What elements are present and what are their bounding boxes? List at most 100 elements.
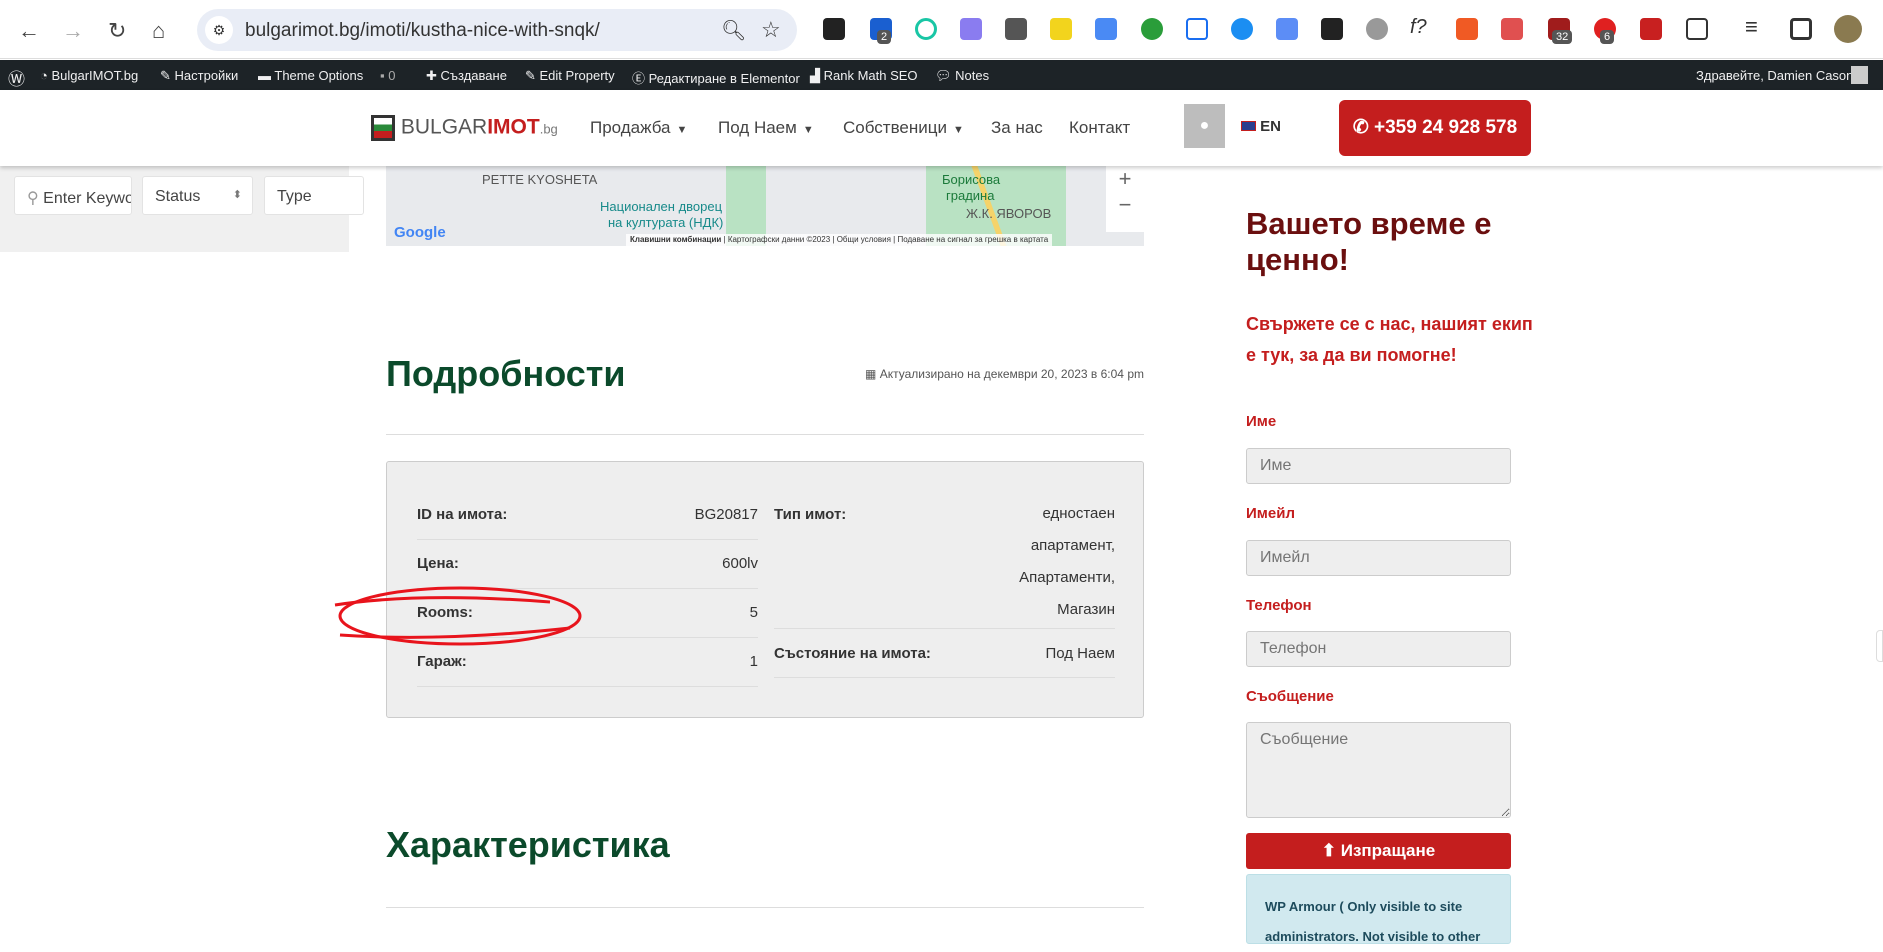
extension-icon[interactable] xyxy=(1640,18,1662,40)
message-textarea[interactable] xyxy=(1246,722,1511,818)
extension-icon[interactable] xyxy=(1141,18,1163,40)
extension-icon[interactable] xyxy=(915,18,937,40)
admin-item-label: Edit Property xyxy=(539,68,615,83)
menu-label: Под Наем xyxy=(718,118,797,137)
admin-item-label: Theme Options xyxy=(274,68,364,83)
extension-icon[interactable] xyxy=(1456,18,1478,40)
admin-avatar[interactable] xyxy=(1851,66,1868,84)
type-select[interactable]: Type xyxy=(264,176,364,215)
map-label: на културата (НДК) xyxy=(608,215,724,230)
extensions-puzzle-icon[interactable] xyxy=(1686,18,1708,40)
upload-circle-icon: ⬆ xyxy=(1321,841,1336,860)
zoom-icon[interactable]: 🔍︎ xyxy=(721,18,746,43)
back-icon[interactable]: ← xyxy=(18,18,40,44)
caret-down-icon: ▼ xyxy=(676,124,688,136)
detail-value: 1 xyxy=(749,653,758,670)
admin-item-label: Създаване xyxy=(440,68,507,83)
admin-item-comments[interactable]: ▪ 0 xyxy=(380,68,395,83)
translate-icon[interactable] xyxy=(1095,18,1117,40)
submit-label: Изпращане xyxy=(1340,841,1436,860)
extension-icon[interactable] xyxy=(823,18,845,40)
separator xyxy=(774,628,1115,629)
profile-avatar[interactable] xyxy=(1834,15,1862,43)
url-text[interactable]: bulgarimot.bg/imoti/kustha-nice-with-snq… xyxy=(245,20,600,42)
shazam-icon[interactable] xyxy=(1231,18,1253,40)
admin-item-label: BulgarIMOT.bg xyxy=(51,68,139,83)
admin-item-theme-options[interactable]: ▬ Theme Options xyxy=(258,68,363,83)
logo-text: BULGAR xyxy=(400,115,488,139)
logo-text-tld: .bg xyxy=(539,121,558,137)
side-tab-handle[interactable] xyxy=(1876,630,1883,662)
media-icon[interactable]: ≡ xyxy=(1745,14,1758,40)
keyword-input[interactable]: ⚲ Enter Keyword xyxy=(14,176,132,215)
email-input[interactable] xyxy=(1246,540,1511,576)
reload-icon[interactable]: ↻ xyxy=(108,18,126,44)
map-zoom-controls[interactable]: + − xyxy=(1106,166,1144,232)
select-arrows-icon: ⬍ xyxy=(232,189,242,201)
separator xyxy=(774,677,1115,678)
menu-item-rent[interactable]: Под Наем ▼ xyxy=(718,118,814,138)
site-header: BULGARIMOT.bg Продажба ▼ Под Наем ▼ Собств… xyxy=(0,90,1883,166)
admin-item-label: Редактиране в Elementor xyxy=(648,71,800,86)
admin-item-elementor[interactable]: Ⓔ Редактиране в Elementor xyxy=(632,68,800,87)
menu-item-contact[interactable]: Контакт xyxy=(1069,118,1130,138)
extension-icon[interactable] xyxy=(1321,18,1343,40)
bookmark-star-icon[interactable]: ☆ xyxy=(761,17,781,43)
updated-text: Актуализирано на декември 20, 2023 в 6:0… xyxy=(879,367,1144,381)
name-input[interactable] xyxy=(1246,448,1511,484)
divider xyxy=(386,434,1144,435)
type-value: едностаен xyxy=(1042,505,1115,522)
extension-icon[interactable] xyxy=(1005,18,1027,40)
site-info-icon[interactable]: ⚙ xyxy=(205,16,233,44)
detail-row-type: Тип имот: едностаен апартамент, Апартаме… xyxy=(774,505,1115,618)
wordpress-icon[interactable]: Ⓦ xyxy=(8,65,25,90)
extension-icon[interactable] xyxy=(1501,18,1523,40)
admin-item-rank-math[interactable]: ▟ Rank Math SEO xyxy=(810,68,918,84)
language-switcher[interactable]: EN xyxy=(1241,118,1281,135)
menu-item-owners[interactable]: Собственици ▼ xyxy=(843,118,964,138)
user-icon[interactable]: ● xyxy=(1184,104,1225,148)
admin-item-new[interactable]: ✚ Създаване xyxy=(426,68,507,84)
zoom-in-icon[interactable]: + xyxy=(1106,166,1144,192)
phone-number: +359 24 928 578 xyxy=(1374,117,1518,138)
admin-item-settings[interactable]: ✎ Настройки xyxy=(160,68,238,84)
detail-value: 5 xyxy=(749,604,758,621)
zoom-out-icon[interactable]: − xyxy=(1106,192,1144,218)
forward-icon[interactable]: → xyxy=(62,18,84,44)
camera-icon[interactable] xyxy=(1366,18,1388,40)
admin-item-label: Notes xyxy=(955,68,990,83)
detail-row: Гараж: 1 xyxy=(417,653,758,670)
menu-item-sale[interactable]: Продажба ▼ xyxy=(590,118,687,138)
keyboard-shortcuts-link[interactable]: Клавишни комбинации xyxy=(630,235,721,244)
phone-input[interactable] xyxy=(1246,631,1511,667)
report-error-link[interactable]: Подаване на сигнал за грешка в картата xyxy=(897,235,1048,244)
map[interactable]: PETTE KYOSHETA Национален дворец на култ… xyxy=(386,166,1144,246)
caret-down-icon: ▼ xyxy=(952,124,964,136)
wp-armour-notice: WP Armour ( Only visible to site adminis… xyxy=(1246,874,1511,944)
features-title: Характеристика xyxy=(386,824,670,865)
extension-icon[interactable] xyxy=(1186,18,1208,40)
menu-item-about[interactable]: За нас xyxy=(991,118,1043,138)
terms-link[interactable]: Общи условия xyxy=(837,235,891,244)
home-icon[interactable]: ⌂ xyxy=(152,18,165,44)
submit-button[interactable]: ⬆ Изпращане xyxy=(1246,833,1511,869)
detail-label: Гараж: xyxy=(417,653,467,670)
phone-button[interactable]: ✆ +359 24 928 578 xyxy=(1339,100,1531,156)
sidepanel-icon[interactable] xyxy=(1790,18,1812,40)
address-bar[interactable]: ⚙ bulgarimot.bg/imoti/kustha-nice-with-s… xyxy=(197,9,797,51)
admin-item-site[interactable]: ◔ BulgarIMOT.bg xyxy=(40,68,138,83)
extension-icon[interactable] xyxy=(1050,18,1072,40)
message-label: Съобщение xyxy=(1246,688,1334,705)
status-select[interactable]: Status ⬍ xyxy=(142,176,253,215)
extension-icon[interactable] xyxy=(1276,18,1298,40)
map-label: Ж.К. ЯВОРОВ xyxy=(966,206,1052,221)
admin-item-notes[interactable]: 💬︎ Notes xyxy=(935,68,989,84)
extension-icon[interactable] xyxy=(960,18,982,40)
logo-mark-icon xyxy=(371,115,395,141)
admin-greeting[interactable]: Здравейте, Damien Casoni xyxy=(1696,68,1856,83)
site-logo[interactable]: BULGARIMOT.bg xyxy=(371,115,558,141)
sidebar-title: Вашето време е ценно! xyxy=(1246,206,1492,277)
detail-label: Тип имот: xyxy=(774,506,847,523)
extension-icon[interactable]: f? xyxy=(1410,16,1427,39)
admin-item-edit-property[interactable]: ✎ Edit Property xyxy=(525,68,615,84)
